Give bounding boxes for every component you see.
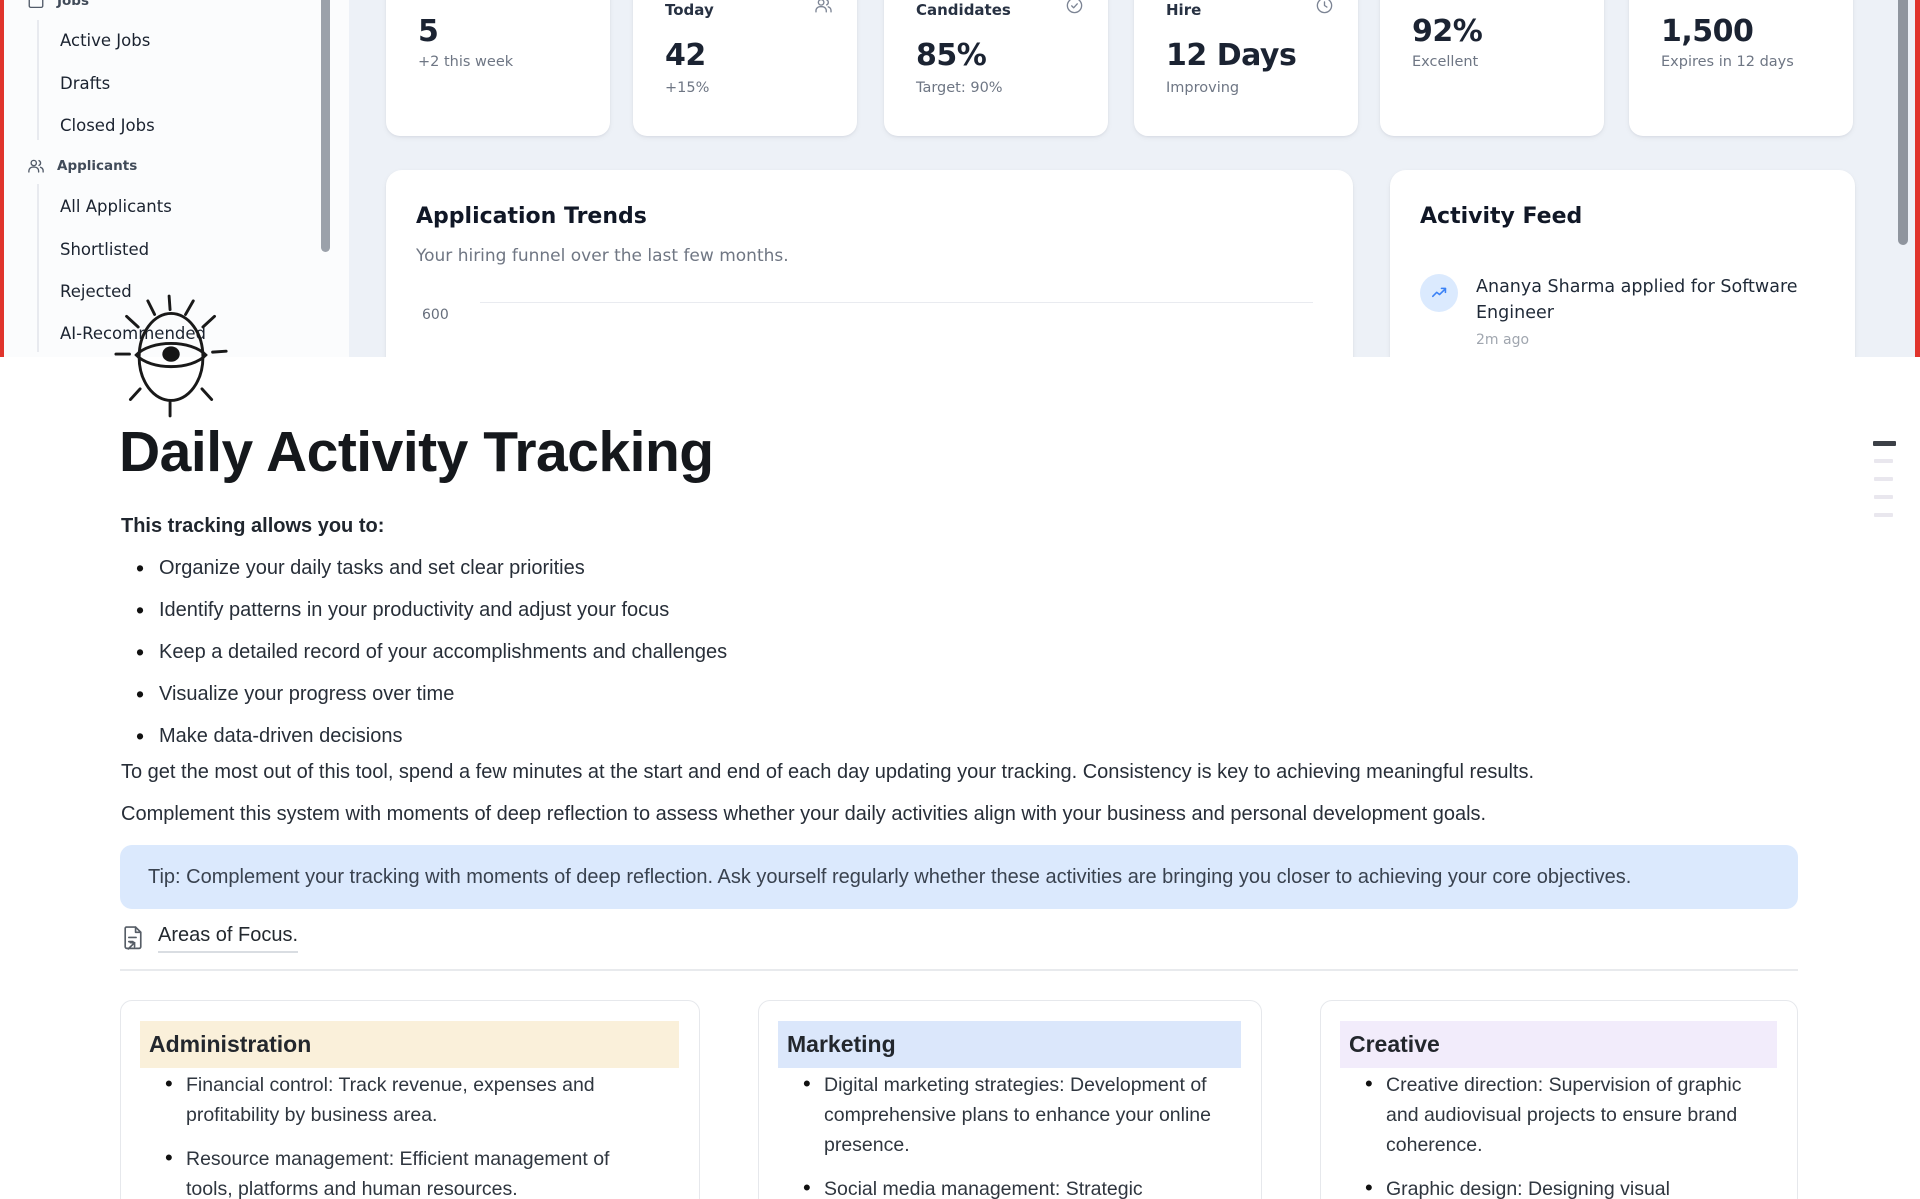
stat-card[interactable]: 1,500 Expires in 12 days	[1629, 0, 1853, 136]
toc-marker	[1874, 495, 1893, 499]
toc-outline[interactable]	[1868, 437, 1898, 522]
tip-callout: Tip: Complement your tracking with momen…	[120, 845, 1798, 909]
stat-card[interactable]: 5 +2 this week	[386, 0, 610, 136]
list-item: Keep a detailed record of your accomplis…	[121, 641, 727, 663]
paragraph: Complement this system with moments of d…	[121, 803, 1486, 826]
stat-value: 1,500	[1661, 14, 1753, 49]
activity-text: Ananya Sharma applied for Software Engin…	[1476, 274, 1812, 326]
list-item: Resource management: Efficient managemen…	[121, 1144, 699, 1199]
page-link-icon	[121, 925, 146, 952]
stat-title: Hire	[1166, 1, 1201, 19]
stat-subtext: Expires in 12 days	[1661, 54, 1794, 70]
clock-icon	[1315, 0, 1334, 19]
page-title: Daily Activity Tracking	[119, 419, 714, 485]
activity-feed-item[interactable]: Ananya Sharma applied for Software Engin…	[1420, 274, 1812, 348]
tree-indent-line	[37, 20, 39, 140]
stat-subtext: +15%	[665, 80, 709, 96]
stat-subtext: Improving	[1166, 80, 1239, 96]
sidebar-item-closed-jobs[interactable]: Closed Jobs	[60, 116, 155, 135]
dashboard-app: Jobs Active Jobs Drafts Closed Jobs Appl…	[0, 0, 1920, 357]
sidebar-item-shortlisted[interactable]: Shortlisted	[60, 240, 149, 259]
list-item: Digital marketing strategies: Developmen…	[759, 1070, 1261, 1160]
sidebar-section-applicants[interactable]: Applicants	[27, 157, 137, 175]
sidebar-section-label: Applicants	[57, 158, 137, 174]
stat-value: 12 Days	[1166, 38, 1296, 73]
users-icon	[27, 157, 45, 175]
stat-value: 85%	[916, 38, 986, 73]
screen: Jobs Active Jobs Drafts Closed Jobs Appl…	[0, 0, 1920, 1199]
focus-card-title: Administration	[140, 1021, 679, 1068]
benefits-list: Organize your daily tasks and set clear …	[121, 557, 727, 767]
activity-feed-panel: Activity Feed Ananya Sharma applied for …	[1390, 170, 1855, 357]
main-scrollbar[interactable]	[1898, 0, 1908, 245]
y-axis-tick-label: 600	[422, 307, 449, 323]
stat-value: 5	[418, 14, 438, 49]
stat-card[interactable]: Candidates 85% Target: 90%	[884, 0, 1108, 136]
stat-value: 42	[665, 38, 706, 73]
paragraph: To get the most out of this tool, spend …	[121, 761, 1534, 784]
focus-card-marketing: Marketing Digital marketing strategies: …	[758, 1000, 1262, 1199]
document-page: Daily Activity Tracking This tracking al…	[0, 357, 1920, 1199]
toc-marker	[1874, 513, 1893, 517]
focus-card-title: Creative	[1340, 1021, 1777, 1068]
focus-card-title: Marketing	[778, 1021, 1241, 1068]
tip-text: Tip: Complement your tracking with momen…	[148, 866, 1631, 889]
activity-timestamp: 2m ago	[1476, 332, 1812, 348]
list-item: Identify patterns in your productivity a…	[121, 599, 727, 621]
application-trends-panel: Application Trends Your hiring funnel ov…	[386, 170, 1353, 357]
stat-subtext: +2 this week	[418, 54, 513, 70]
toc-marker	[1874, 459, 1893, 463]
users-icon	[814, 0, 833, 19]
focus-card-administration: Administration Financial control: Track …	[120, 1000, 700, 1199]
areas-of-focus-link[interactable]: Areas of Focus.	[158, 924, 298, 953]
eye-doodle-annotation	[114, 293, 230, 419]
page-link-row: Areas of Focus.	[121, 921, 298, 955]
stat-title: Candidates	[916, 1, 1011, 19]
briefcase-icon	[27, 0, 45, 10]
sidebar-section-label: Jobs	[57, 0, 89, 9]
panel-title: Application Trends	[416, 204, 647, 229]
list-item: Visualize your progress over time	[121, 683, 727, 705]
stat-card[interactable]: Today 42 +15%	[633, 0, 857, 136]
list-item: Creative direction: Supervision of graph…	[1321, 1070, 1797, 1160]
stat-value: 92%	[1412, 14, 1482, 49]
trending-up-icon	[1420, 274, 1458, 312]
stat-card[interactable]: 92% Excellent	[1380, 0, 1604, 136]
stat-title: Today	[665, 1, 714, 19]
toc-marker-active	[1873, 441, 1896, 446]
toc-marker	[1874, 477, 1893, 481]
chart-gridline	[480, 302, 1313, 303]
panel-title: Activity Feed	[1420, 204, 1582, 229]
screenshare-border-right	[1915, 0, 1920, 357]
divider	[120, 969, 1798, 971]
sidebar-item-drafts[interactable]: Drafts	[60, 74, 110, 93]
sidebar-item-active-jobs[interactable]: Active Jobs	[60, 31, 150, 50]
list-item: Financial control: Track revenue, expens…	[121, 1070, 699, 1130]
list-item: Graphic design: Designing visual	[1321, 1174, 1797, 1199]
list-item: Organize your daily tasks and set clear …	[121, 557, 727, 579]
panel-subtitle: Your hiring funnel over the last few mon…	[416, 246, 789, 266]
tree-indent-line	[37, 184, 39, 352]
sidebar-section-jobs[interactable]: Jobs	[27, 0, 89, 10]
stat-subtext: Target: 90%	[916, 80, 1003, 96]
sidebar-scrollbar[interactable]	[321, 0, 330, 252]
check-circle-icon	[1065, 0, 1084, 19]
list-item: Make data-driven decisions	[121, 725, 727, 747]
stat-card[interactable]: Hire 12 Days Improving	[1134, 0, 1358, 136]
list-item: Social media management: Strategic	[759, 1174, 1261, 1199]
sidebar-item-all-applicants[interactable]: All Applicants	[60, 197, 172, 216]
stat-subtext: Excellent	[1412, 54, 1478, 70]
focus-card-creative: Creative Creative direction: Supervision…	[1320, 1000, 1798, 1199]
intro-heading: This tracking allows you to:	[121, 515, 384, 538]
